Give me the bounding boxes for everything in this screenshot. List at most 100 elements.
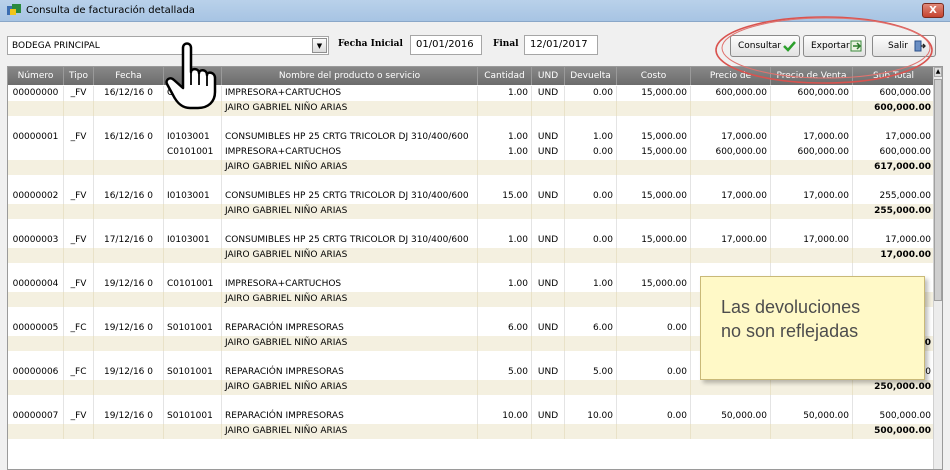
empty-cell bbox=[617, 380, 691, 395]
empty-cell bbox=[478, 116, 532, 131]
scroll-thumb[interactable] bbox=[934, 79, 942, 301]
empty-cell bbox=[94, 307, 164, 322]
empty-cell bbox=[532, 160, 565, 175]
cell-cantidad: 6.00 bbox=[478, 321, 532, 336]
row-total: 617,000.00 bbox=[853, 160, 935, 175]
table-row[interactable]: 00000003 _FV 17/12/16 0 I0103001 CONSUMIBLES… bbox=[8, 233, 935, 248]
cell-costo: 0.00 bbox=[617, 321, 691, 336]
empty-cell bbox=[771, 204, 853, 219]
empty-cell bbox=[478, 395, 532, 410]
table-row[interactable]: 00000002 _FV 16/12/16 0 I0103001 CONSUMIBLES… bbox=[8, 189, 935, 204]
empty-cell bbox=[565, 263, 617, 278]
empty-cell bbox=[771, 395, 853, 410]
cell-devuelta: 0.00 bbox=[565, 189, 617, 204]
empty-cell bbox=[691, 175, 771, 190]
empty-cell bbox=[64, 219, 94, 234]
empty-cell bbox=[617, 175, 691, 190]
total-row[interactable]: JAIRO GABRIEL NIÑO ARIAS 600,000.00 bbox=[8, 101, 935, 116]
cell-tipo bbox=[64, 145, 94, 160]
cell-und: UND bbox=[532, 277, 565, 292]
column-header-numero[interactable]: Número bbox=[8, 67, 64, 85]
empty-cell bbox=[532, 380, 565, 395]
cell-nombre: CONSUMIBLES HP 25 CRTG TRICOLOR DJ 310/4… bbox=[222, 130, 478, 145]
column-header-nombre[interactable]: Nombre del producto o servicio bbox=[222, 67, 478, 85]
column-header-und[interactable]: UND bbox=[532, 67, 565, 85]
empty-cell bbox=[532, 395, 565, 410]
total-row[interactable]: JAIRO GABRIEL NIÑO ARIAS 17,000.00 bbox=[8, 248, 935, 263]
end-date-field[interactable]: 12/01/2017 bbox=[524, 35, 598, 55]
column-header-costo[interactable]: Costo bbox=[617, 67, 691, 85]
empty-cell bbox=[94, 204, 164, 219]
table-row[interactable]: C0101001 IMPRESORA+CARTUCHOS 1.00 UND 0.00 15… bbox=[8, 145, 935, 160]
empty-cell bbox=[565, 160, 617, 175]
empty-cell bbox=[8, 380, 64, 395]
cell-und: UND bbox=[532, 233, 565, 248]
empty-cell bbox=[565, 204, 617, 219]
cell-nombre: CONSUMIBLES HP 25 CRTG TRICOLOR DJ 310/4… bbox=[222, 189, 478, 204]
column-header-devuelta[interactable]: Devuelta bbox=[565, 67, 617, 85]
column-header-cantidad[interactable]: Cantidad bbox=[478, 67, 532, 85]
callout-line-1: Las devoluciones bbox=[721, 297, 861, 317]
table-row[interactable]: 00000007 _FV 19/12/16 0 S0101001 REPARACIÓN … bbox=[8, 409, 935, 424]
cell-precio: 600,000.00 bbox=[691, 86, 771, 101]
empty-cell bbox=[94, 351, 164, 366]
empty-cell bbox=[94, 248, 164, 263]
cell-costo: 15,000.00 bbox=[617, 86, 691, 101]
empty-cell bbox=[64, 101, 94, 116]
cell-cantidad: 1.00 bbox=[478, 277, 532, 292]
cell-devuelta: 10.00 bbox=[565, 409, 617, 424]
empty-cell bbox=[532, 263, 565, 278]
cell-subtotal: 255,000.00 bbox=[853, 189, 935, 204]
empty-cell bbox=[94, 160, 164, 175]
empty-cell bbox=[8, 160, 64, 175]
client-name: JAIRO GABRIEL NIÑO ARIAS bbox=[222, 424, 478, 439]
cell-cantidad: 5.00 bbox=[478, 365, 532, 380]
cell-codigo: S0101001 bbox=[164, 409, 222, 424]
cell-und: UND bbox=[532, 409, 565, 424]
cell-tipo: _FC bbox=[64, 365, 94, 380]
chevron-down-icon[interactable]: ▼ bbox=[312, 38, 327, 53]
empty-cell bbox=[94, 395, 164, 410]
empty-cell bbox=[532, 292, 565, 307]
cell-nombre: IMPRESORA+CARTUCHOS bbox=[222, 86, 478, 101]
empty-cell bbox=[8, 307, 64, 322]
cell-numero: 00000000 bbox=[8, 86, 64, 101]
vertical-scrollbar[interactable]: ▲ bbox=[933, 67, 942, 469]
total-row[interactable]: JAIRO GABRIEL NIÑO ARIAS 617,000.00 bbox=[8, 160, 935, 175]
empty-cell bbox=[8, 116, 64, 131]
cell-numero: 00000005 bbox=[8, 321, 64, 336]
empty-cell bbox=[64, 395, 94, 410]
cell-fecha: 19/12/16 0 bbox=[94, 321, 164, 336]
empty-cell bbox=[565, 351, 617, 366]
empty-cell bbox=[8, 101, 64, 116]
start-date-field[interactable]: 01/01/2016 bbox=[410, 35, 482, 55]
empty-cell bbox=[532, 219, 565, 234]
empty-cell bbox=[853, 116, 935, 131]
empty-cell bbox=[691, 248, 771, 263]
empty-cell bbox=[565, 307, 617, 322]
empty-cell bbox=[565, 101, 617, 116]
row-total: 500,000.00 bbox=[853, 424, 935, 439]
total-row[interactable]: JAIRO GABRIEL NIÑO ARIAS 255,000.00 bbox=[8, 204, 935, 219]
column-header-fecha[interactable]: Fecha bbox=[94, 67, 164, 85]
total-row[interactable]: JAIRO GABRIEL NIÑO ARIAS 500,000.00 bbox=[8, 424, 935, 439]
empty-cell bbox=[532, 336, 565, 351]
cell-devuelta: 1.00 bbox=[565, 277, 617, 292]
empty-cell bbox=[94, 292, 164, 307]
total-row[interactable]: JAIRO GABRIEL NIÑO ARIAS 250,000.00 bbox=[8, 380, 935, 395]
empty-cell bbox=[64, 336, 94, 351]
empty-cell bbox=[691, 101, 771, 116]
empty-cell bbox=[691, 160, 771, 175]
client-name: JAIRO GABRIEL NIÑO ARIAS bbox=[222, 380, 478, 395]
empty-cell bbox=[164, 219, 222, 234]
cell-costo: 15,000.00 bbox=[617, 145, 691, 160]
column-header-tipo[interactable]: Tipo bbox=[64, 67, 94, 85]
empty-cell bbox=[565, 116, 617, 131]
table-row[interactable]: 00000001 _FV 16/12/16 0 I0103001 CONSUMIBLES… bbox=[8, 130, 935, 145]
empty-cell bbox=[8, 248, 64, 263]
table-row[interactable]: 00000000_FV16/12/16 0C0IMPRESORA+CARTUCH… bbox=[8, 86, 935, 101]
app-icon bbox=[7, 4, 21, 15]
cell-nombre: CONSUMIBLES HP 25 CRTG TRICOLOR DJ 310/4… bbox=[222, 233, 478, 248]
empty-cell bbox=[691, 395, 771, 410]
cell-devuelta: 0.00 bbox=[565, 145, 617, 160]
